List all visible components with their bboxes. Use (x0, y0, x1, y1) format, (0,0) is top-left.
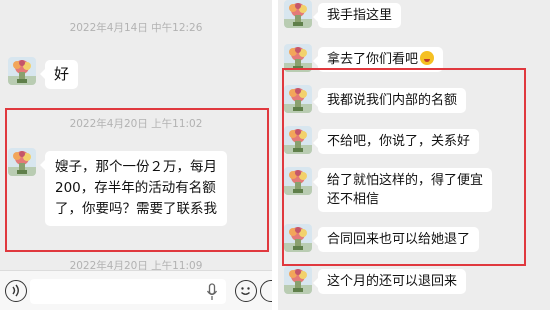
microphone-icon[interactable] (206, 283, 218, 301)
message-line: 嫂子，那个一份２万，每月 (55, 159, 217, 175)
message-line: 了，你要吗？需要了联系我 (55, 201, 217, 217)
input-bar (0, 270, 272, 310)
message-bubble[interactable]: 我都说我们内部的名额 (312, 88, 467, 113)
contact-avatar[interactable] (284, 224, 312, 252)
message-bubble[interactable]: 合同回来也可以给她退了 (312, 227, 480, 252)
contact-avatar[interactable] (284, 167, 312, 195)
grinning-tongue-emoji (420, 51, 435, 65)
contact-avatar[interactable] (284, 0, 312, 28)
message-line: 给了就怕这样的，得了便宜 (327, 173, 484, 188)
contact-avatar[interactable] (284, 85, 312, 113)
contact-avatar[interactable] (284, 126, 312, 154)
message-line: 还不相信 (327, 192, 380, 207)
message-line: 200，存半年的活动有名额 (55, 180, 216, 196)
message-bubble[interactable]: 嫂子，那个一份２万，每月 200，存半年的活动有名额 了，你要吗？需要了联系我 (40, 151, 227, 226)
contact-avatar[interactable] (8, 57, 36, 85)
message-bubble[interactable]: 不给吧，你说了，关系好 (312, 129, 480, 154)
timestamp: 2022年4月14日 中午12:26 (69, 22, 203, 34)
message-text: 拿去了你们看吧 (327, 52, 419, 67)
message-bubble[interactable]: 我手指这里 (312, 3, 402, 28)
message-bubble[interactable]: 拿去了你们看吧 (312, 47, 444, 72)
timestamp: 2022年4月20日 上午11:02 (69, 118, 203, 130)
voice-icon[interactable] (5, 280, 27, 302)
message-bubble[interactable]: 好 (39, 60, 79, 89)
emoji-icon[interactable] (235, 280, 257, 302)
message-bubble[interactable]: 给了就怕这样的，得了便宜 还不相信 (312, 168, 493, 212)
add-icon[interactable] (260, 280, 272, 302)
contact-avatar[interactable] (8, 148, 36, 176)
contact-avatar[interactable] (284, 44, 312, 72)
right-chat-panel: 我手指这里 拿去了你们看吧 我都说我们内部的名额 不给吧，你说了，关系好 给了就… (278, 0, 550, 310)
left-chat-panel: 2022年4月14日 中午12:26 好 2022年4月20日 上午11:02 … (0, 0, 272, 310)
message-input[interactable] (30, 279, 226, 304)
contact-avatar[interactable] (284, 266, 312, 294)
message-bubble[interactable]: 这个月的还可以退回来 (312, 269, 467, 294)
